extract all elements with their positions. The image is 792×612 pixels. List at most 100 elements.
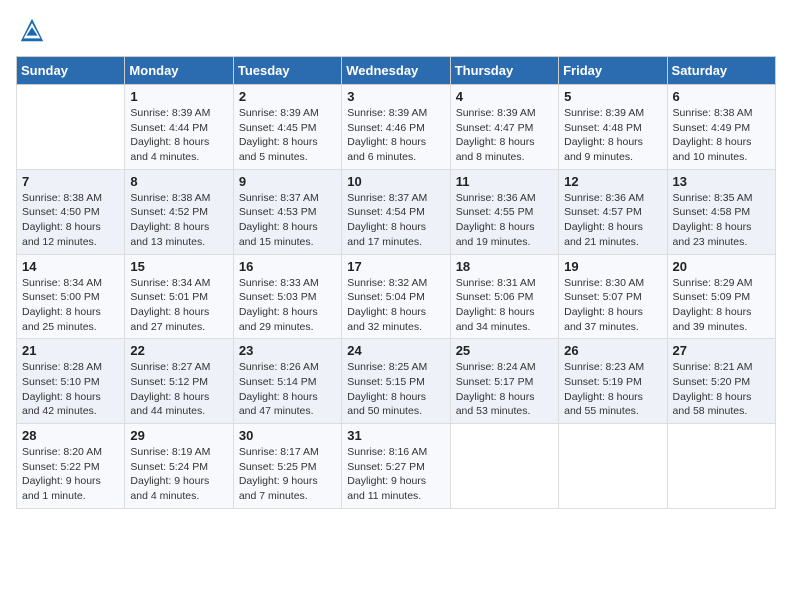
day-number: 20 [673, 259, 770, 274]
day-detail: Sunrise: 8:37 AMSunset: 4:53 PMDaylight:… [239, 191, 336, 250]
day-detail: Sunrise: 8:27 AMSunset: 5:12 PMDaylight:… [130, 360, 227, 419]
day-detail: Sunrise: 8:32 AMSunset: 5:04 PMDaylight:… [347, 276, 444, 335]
weekday-header-thursday: Thursday [450, 57, 558, 85]
weekday-row: SundayMondayTuesdayWednesdayThursdayFrid… [17, 57, 776, 85]
calendar-table: SundayMondayTuesdayWednesdayThursdayFrid… [16, 56, 776, 509]
logo-icon [18, 16, 46, 44]
day-detail: Sunrise: 8:38 AMSunset: 4:49 PMDaylight:… [673, 106, 770, 165]
calendar-cell: 12 Sunrise: 8:36 AMSunset: 4:57 PMDayligh… [559, 169, 667, 254]
calendar-cell: 4 Sunrise: 8:39 AMSunset: 4:47 PMDaylight… [450, 85, 558, 170]
day-detail: Sunrise: 8:39 AMSunset: 4:48 PMDaylight:… [564, 106, 661, 165]
calendar-cell: 26 Sunrise: 8:23 AMSunset: 5:19 PMDayligh… [559, 339, 667, 424]
day-detail: Sunrise: 8:34 AMSunset: 5:00 PMDaylight:… [22, 276, 119, 335]
day-number: 1 [130, 89, 227, 104]
day-number: 15 [130, 259, 227, 274]
day-number: 23 [239, 343, 336, 358]
day-detail: Sunrise: 8:20 AMSunset: 5:22 PMDaylight:… [22, 445, 119, 504]
day-detail: Sunrise: 8:23 AMSunset: 5:19 PMDaylight:… [564, 360, 661, 419]
day-detail: Sunrise: 8:31 AMSunset: 5:06 PMDaylight:… [456, 276, 553, 335]
day-detail: Sunrise: 8:39 AMSunset: 4:47 PMDaylight:… [456, 106, 553, 165]
calendar-cell: 25 Sunrise: 8:24 AMSunset: 5:17 PMDayligh… [450, 339, 558, 424]
day-detail: Sunrise: 8:26 AMSunset: 5:14 PMDaylight:… [239, 360, 336, 419]
calendar-cell: 27 Sunrise: 8:21 AMSunset: 5:20 PMDayligh… [667, 339, 775, 424]
calendar-cell: 5 Sunrise: 8:39 AMSunset: 4:48 PMDaylight… [559, 85, 667, 170]
day-number: 8 [130, 174, 227, 189]
day-number: 3 [347, 89, 444, 104]
day-number: 27 [673, 343, 770, 358]
calendar-cell: 2 Sunrise: 8:39 AMSunset: 4:45 PMDaylight… [233, 85, 341, 170]
calendar-cell: 29Sunrise: 8:19 AMSunset: 5:24 PMDayligh… [125, 424, 233, 509]
day-detail: Sunrise: 8:36 AMSunset: 4:57 PMDaylight:… [564, 191, 661, 250]
calendar-cell: 20 Sunrise: 8:29 AMSunset: 5:09 PMDayligh… [667, 254, 775, 339]
weekday-header-friday: Friday [559, 57, 667, 85]
calendar-cell: 13 Sunrise: 8:35 AMSunset: 4:58 PMDayligh… [667, 169, 775, 254]
day-number: 2 [239, 89, 336, 104]
calendar-cell: 8 Sunrise: 8:38 AMSunset: 4:52 PMDaylight… [125, 169, 233, 254]
calendar-cell: 3 Sunrise: 8:39 AMSunset: 4:46 PMDaylight… [342, 85, 450, 170]
day-number: 12 [564, 174, 661, 189]
calendar-cell [450, 424, 558, 509]
day-number: 22 [130, 343, 227, 358]
weekday-header-wednesday: Wednesday [342, 57, 450, 85]
weekday-header-sunday: Sunday [17, 57, 125, 85]
calendar-cell: 14 Sunrise: 8:34 AMSunset: 5:00 PMDayligh… [17, 254, 125, 339]
day-detail: Sunrise: 8:38 AMSunset: 4:52 PMDaylight:… [130, 191, 227, 250]
calendar-cell [667, 424, 775, 509]
calendar-cell: 7 Sunrise: 8:38 AMSunset: 4:50 PMDaylight… [17, 169, 125, 254]
weekday-header-tuesday: Tuesday [233, 57, 341, 85]
day-number: 9 [239, 174, 336, 189]
calendar-cell: 16Sunrise: 8:33 AMSunset: 5:03 PMDayligh… [233, 254, 341, 339]
calendar-body: 1 Sunrise: 8:39 AMSunset: 4:44 PMDaylight… [17, 85, 776, 509]
day-number: 11 [456, 174, 553, 189]
day-number: 29 [130, 428, 227, 443]
calendar-cell: 31Sunrise: 8:16 AMSunset: 5:27 PMDayligh… [342, 424, 450, 509]
day-number: 7 [22, 174, 119, 189]
day-number: 13 [673, 174, 770, 189]
day-detail: Sunrise: 8:30 AMSunset: 5:07 PMDaylight:… [564, 276, 661, 335]
day-detail: Sunrise: 8:34 AMSunset: 5:01 PMDaylight:… [130, 276, 227, 335]
week-row-2: 7 Sunrise: 8:38 AMSunset: 4:50 PMDaylight… [17, 169, 776, 254]
day-detail: Sunrise: 8:25 AMSunset: 5:15 PMDaylight:… [347, 360, 444, 419]
calendar-cell: 24Sunrise: 8:25 AMSunset: 5:15 PMDayligh… [342, 339, 450, 424]
day-detail: Sunrise: 8:35 AMSunset: 4:58 PMDaylight:… [673, 191, 770, 250]
calendar-cell: 23 Sunrise: 8:26 AMSunset: 5:14 PMDayligh… [233, 339, 341, 424]
calendar-cell [17, 85, 125, 170]
day-detail: Sunrise: 8:24 AMSunset: 5:17 PMDaylight:… [456, 360, 553, 419]
calendar-cell: 18 Sunrise: 8:31 AMSunset: 5:06 PMDayligh… [450, 254, 558, 339]
day-detail: Sunrise: 8:39 AMSunset: 4:45 PMDaylight:… [239, 106, 336, 165]
day-number: 30 [239, 428, 336, 443]
week-row-3: 14 Sunrise: 8:34 AMSunset: 5:00 PMDayligh… [17, 254, 776, 339]
day-detail: Sunrise: 8:38 AMSunset: 4:50 PMDaylight:… [22, 191, 119, 250]
calendar-cell: 28Sunrise: 8:20 AMSunset: 5:22 PMDayligh… [17, 424, 125, 509]
day-number: 18 [456, 259, 553, 274]
day-number: 10 [347, 174, 444, 189]
calendar-cell: 19 Sunrise: 8:30 AMSunset: 5:07 PMDayligh… [559, 254, 667, 339]
calendar-cell: 10 Sunrise: 8:37 AMSunset: 4:54 PMDayligh… [342, 169, 450, 254]
calendar-header: SundayMondayTuesdayWednesdayThursdayFrid… [17, 57, 776, 85]
calendar-cell: 11Sunrise: 8:36 AMSunset: 4:55 PMDayligh… [450, 169, 558, 254]
logo [16, 16, 46, 44]
day-detail: Sunrise: 8:37 AMSunset: 4:54 PMDaylight:… [347, 191, 444, 250]
calendar-cell: 15 Sunrise: 8:34 AMSunset: 5:01 PMDayligh… [125, 254, 233, 339]
calendar-cell: 6Sunrise: 8:38 AMSunset: 4:49 PMDaylight… [667, 85, 775, 170]
day-number: 25 [456, 343, 553, 358]
day-detail: Sunrise: 8:21 AMSunset: 5:20 PMDaylight:… [673, 360, 770, 419]
day-number: 16 [239, 259, 336, 274]
week-row-5: 28Sunrise: 8:20 AMSunset: 5:22 PMDayligh… [17, 424, 776, 509]
day-detail: Sunrise: 8:17 AMSunset: 5:25 PMDaylight:… [239, 445, 336, 504]
day-number: 4 [456, 89, 553, 104]
day-detail: Sunrise: 8:39 AMSunset: 4:46 PMDaylight:… [347, 106, 444, 165]
weekday-header-saturday: Saturday [667, 57, 775, 85]
calendar-cell: 1 Sunrise: 8:39 AMSunset: 4:44 PMDaylight… [125, 85, 233, 170]
day-detail: Sunrise: 8:39 AMSunset: 4:44 PMDaylight:… [130, 106, 227, 165]
calendar-cell: 21Sunrise: 8:28 AMSunset: 5:10 PMDayligh… [17, 339, 125, 424]
page-header [16, 16, 776, 44]
day-number: 31 [347, 428, 444, 443]
weekday-header-monday: Monday [125, 57, 233, 85]
day-number: 5 [564, 89, 661, 104]
day-detail: Sunrise: 8:29 AMSunset: 5:09 PMDaylight:… [673, 276, 770, 335]
day-number: 19 [564, 259, 661, 274]
day-number: 26 [564, 343, 661, 358]
day-number: 14 [22, 259, 119, 274]
calendar-cell: 17Sunrise: 8:32 AMSunset: 5:04 PMDayligh… [342, 254, 450, 339]
